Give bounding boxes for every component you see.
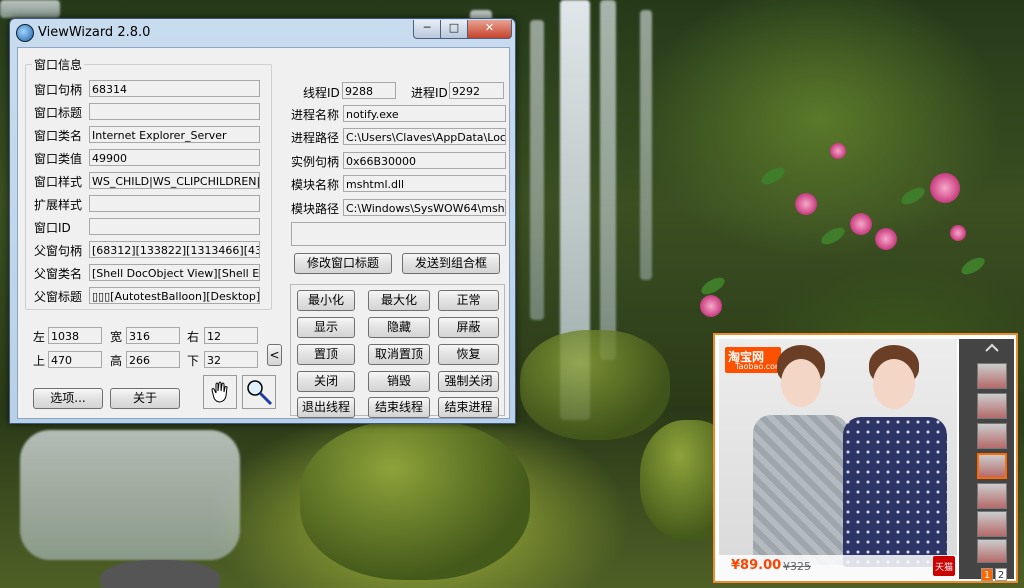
- close-button[interactable]: ✕: [467, 20, 512, 39]
- send-to-combo-button[interactable]: 发送到组合框: [402, 253, 500, 274]
- field-bottom[interactable]: 32: [204, 351, 258, 368]
- end-thread-button[interactable]: 结束线程: [368, 397, 430, 418]
- field-right[interactable]: 12: [204, 327, 258, 344]
- label-thread-id: 线程ID: [303, 86, 340, 100]
- logo-subtext: Taobao.com: [735, 362, 783, 371]
- label-height: 高: [110, 354, 123, 368]
- label-parent-handle: 父窗句柄: [34, 244, 83, 258]
- thumbnail[interactable]: [977, 423, 1007, 449]
- label-module-path: 模块路径: [291, 202, 340, 216]
- restore-button[interactable]: 恢复: [438, 344, 499, 365]
- close-window-button[interactable]: 关闭: [297, 371, 355, 392]
- field-module-name[interactable]: mshtml.dll: [343, 175, 506, 192]
- maximize-button[interactable]: □: [440, 20, 468, 39]
- original-price: ¥325: [783, 560, 811, 573]
- modify-title-button[interactable]: 修改窗口标题: [294, 253, 392, 274]
- hand-icon: [211, 381, 228, 403]
- minimize-action-button[interactable]: 最小化: [297, 290, 355, 311]
- force-close-button[interactable]: 强制关闭: [438, 371, 499, 392]
- field-extra[interactable]: [291, 222, 506, 246]
- field-style[interactable]: WS_CHILD|WS_CLIPCHILDREN|WS_: [89, 172, 260, 189]
- field-ex-style[interactable]: [89, 195, 260, 212]
- exit-thread-button[interactable]: 退出线程: [297, 397, 355, 418]
- thumbnail[interactable]: [977, 393, 1007, 419]
- end-process-button[interactable]: 结束进程: [438, 397, 499, 418]
- thumbnail-selected[interactable]: [977, 453, 1007, 479]
- label-style: 窗口样式: [34, 175, 83, 189]
- field-thread-id[interactable]: 9288: [342, 82, 396, 99]
- magnifier-icon: [247, 380, 273, 406]
- field-height[interactable]: 266: [126, 351, 180, 368]
- thumbnail[interactable]: [977, 363, 1007, 389]
- label-process-name: 进程名称: [291, 108, 340, 122]
- collapse-button[interactable]: <: [267, 344, 282, 366]
- maximize-action-button[interactable]: 最大化: [368, 290, 430, 311]
- block-button[interactable]: 屏蔽: [438, 317, 499, 338]
- field-process-name[interactable]: notify.exe: [343, 105, 506, 122]
- label-left: 左: [33, 330, 46, 344]
- field-parent-handle[interactable]: [68312][133822][1313466][433219: [89, 241, 260, 258]
- label-process-path: 进程路径: [291, 131, 340, 145]
- title-bar[interactable]: ViewWizard 2.8.0 ─ □ ✕: [10, 19, 515, 47]
- field-left[interactable]: 1038: [48, 327, 102, 344]
- label-parent-class: 父窗类名: [34, 267, 83, 281]
- hand-tool[interactable]: [203, 375, 237, 409]
- window-info-title: 窗口信息: [34, 58, 83, 72]
- price: ¥89.00: [731, 558, 782, 573]
- taobao-ad-popup[interactable]: 淘宝网 Taobao.com ¥89.00 ¥325 天猫 1 2: [713, 333, 1018, 583]
- page-1[interactable]: 1: [981, 568, 993, 581]
- tmall-badge: 天猫: [933, 556, 955, 576]
- thumbnail[interactable]: [977, 483, 1007, 509]
- field-title[interactable]: [89, 103, 260, 120]
- client-area: 窗口信息 窗口句柄 68314 窗口标题 窗口类名 Internet Explo…: [17, 47, 510, 419]
- label-width: 宽: [110, 330, 123, 344]
- chevron-up-icon[interactable]: [984, 343, 1000, 353]
- field-class-value[interactable]: 49900: [89, 149, 260, 166]
- cancel-topmost-button[interactable]: 取消置顶: [368, 344, 430, 365]
- field-width[interactable]: 316: [126, 327, 180, 344]
- field-instance-handle[interactable]: 0x66B30000: [343, 152, 506, 169]
- thumbnail[interactable]: [977, 511, 1007, 537]
- label-title: 窗口标题: [34, 106, 83, 120]
- label-class-name: 窗口类名: [34, 129, 83, 143]
- page-2[interactable]: 2: [995, 568, 1007, 581]
- price-bar: ¥89.00 ¥325 天猫: [719, 555, 957, 579]
- thumbnail[interactable]: [977, 539, 1007, 563]
- label-bottom: 下: [187, 354, 200, 368]
- app-icon: [16, 24, 34, 42]
- field-window-id[interactable]: [89, 218, 260, 235]
- destroy-button[interactable]: 销毁: [368, 371, 430, 392]
- field-class-name[interactable]: Internet Explorer_Server: [89, 126, 260, 143]
- label-instance-handle: 实例句柄: [291, 155, 340, 169]
- label-top: 上: [33, 354, 46, 368]
- minimize-button[interactable]: ─: [413, 20, 441, 39]
- field-parent-class[interactable]: [Shell DocObject View][Shell Embedd: [89, 264, 260, 281]
- label-module-name: 模块名称: [291, 178, 340, 192]
- field-module-path[interactable]: C:\Windows\SysWOW64\mshtml.d: [343, 199, 506, 216]
- show-button[interactable]: 显示: [297, 317, 355, 338]
- window-title: ViewWizard 2.8.0: [38, 25, 151, 40]
- label-window-id: 窗口ID: [34, 221, 71, 235]
- label-ex-style: 扩展样式: [34, 198, 83, 212]
- field-parent-title[interactable]: ▯▯▯[AutotestBalloon][Desktop]: [89, 287, 260, 304]
- field-top[interactable]: 470: [48, 351, 102, 368]
- taobao-logo: 淘宝网 Taobao.com: [725, 347, 783, 373]
- topmost-button[interactable]: 置顶: [297, 344, 355, 365]
- options-button[interactable]: 选项...: [33, 388, 103, 409]
- ad-product-image[interactable]: 淘宝网 Taobao.com ¥89.00 ¥325 天猫: [719, 339, 957, 579]
- thumbnail-strip: 1 2: [959, 339, 1014, 581]
- field-process-path[interactable]: C:\Users\Claves\AppData\Local\Pl: [343, 128, 506, 145]
- label-parent-title: 父窗标题: [34, 290, 83, 304]
- field-handle[interactable]: 68314: [89, 80, 260, 97]
- magnifier-tool[interactable]: [242, 375, 276, 409]
- label-handle: 窗口句柄: [34, 83, 83, 97]
- field-process-id[interactable]: 9292: [449, 82, 504, 99]
- label-right: 右: [187, 330, 200, 344]
- hide-button[interactable]: 隐藏: [368, 317, 430, 338]
- about-button[interactable]: 关于: [110, 388, 180, 409]
- label-class-value: 窗口类值: [34, 152, 83, 166]
- normal-button[interactable]: 正常: [438, 290, 499, 311]
- viewwizard-window: ViewWizard 2.8.0 ─ □ ✕ 窗口信息 窗口句柄 68314 窗…: [9, 18, 516, 424]
- label-process-id: 进程ID: [411, 86, 448, 100]
